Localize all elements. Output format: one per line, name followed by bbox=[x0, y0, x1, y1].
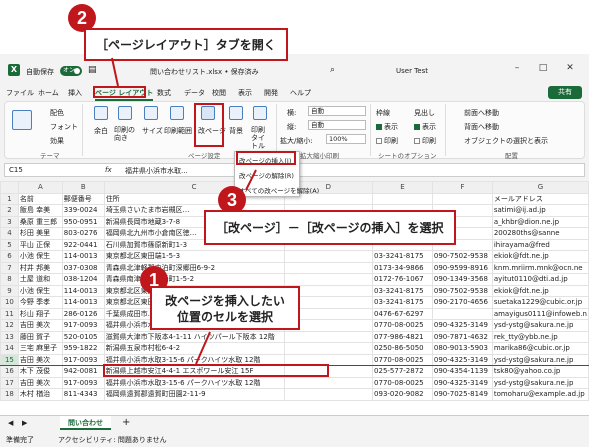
arrow-step2 bbox=[111, 57, 119, 87]
arrow-step1 bbox=[195, 331, 211, 365]
callout-arrows bbox=[111, 57, 257, 365]
arrow-step3 bbox=[245, 169, 257, 191]
